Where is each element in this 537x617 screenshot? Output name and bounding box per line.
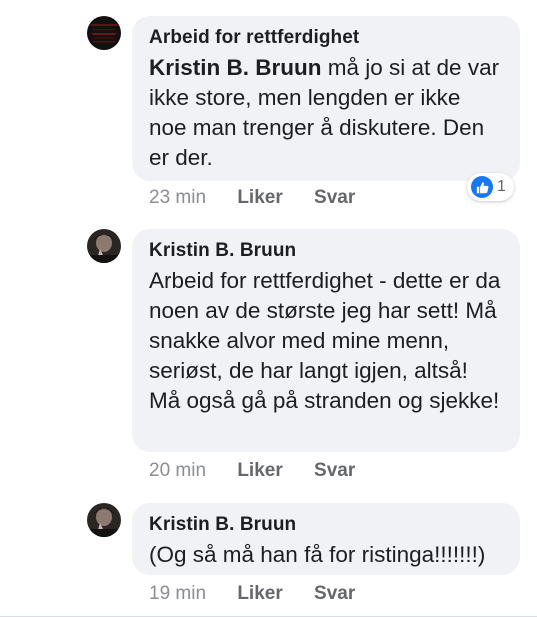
reply-button[interactable]: Svar bbox=[314, 583, 355, 604]
avatar[interactable] bbox=[87, 229, 121, 263]
comment-text: Kristin B. Bruun må jo si at de var ikke… bbox=[149, 53, 504, 173]
avatar[interactable] bbox=[87, 503, 121, 537]
comment-actions: 20 min Liker Svar bbox=[149, 459, 355, 483]
comment-author[interactable]: Kristin B. Bruun bbox=[149, 239, 504, 263]
reply-button[interactable]: Svar bbox=[314, 187, 355, 208]
like-icon bbox=[471, 176, 493, 198]
comment-text: (Og så må han få for ristinga!!!!!!!) bbox=[149, 542, 486, 567]
comment-timestamp[interactable]: 20 min bbox=[149, 460, 206, 481]
comment-bubble: Arbeid for rettferdighet Kristin B. Bruu… bbox=[132, 16, 520, 181]
like-button[interactable]: Liker bbox=[237, 583, 282, 604]
comment-timestamp[interactable]: 23 min bbox=[149, 187, 206, 208]
reply-button[interactable]: Svar bbox=[314, 460, 355, 481]
comment-timestamp[interactable]: 19 min bbox=[149, 583, 206, 604]
dark-avatar-icon bbox=[87, 16, 121, 50]
comment-bubble: Kristin B. Bruun Arbeid for rettferdighe… bbox=[132, 229, 520, 452]
comment-actions: 19 min Liker Svar bbox=[149, 582, 355, 606]
profile-photo-avatar-icon bbox=[87, 503, 121, 537]
comment-actions: 23 min Liker Svar bbox=[149, 186, 355, 210]
comment-author[interactable]: Arbeid for rettferdighet bbox=[149, 26, 504, 50]
comment-text-part: må jo si at de bbox=[321, 55, 462, 80]
comment-author[interactable]: Kristin B. Bruun bbox=[149, 513, 504, 537]
profile-photo-avatar-icon bbox=[87, 229, 121, 263]
like-button[interactable]: Liker bbox=[237, 460, 282, 481]
like-button[interactable]: Liker bbox=[237, 187, 282, 208]
mention-link[interactable]: Kristin B. Bruun bbox=[149, 55, 322, 80]
comment-bubble: Kristin B. Bruun (Og så må han få for ri… bbox=[132, 503, 520, 575]
comment-text: Arbeid for rettferdighet - dette er da n… bbox=[149, 268, 501, 413]
avatar[interactable] bbox=[87, 16, 121, 50]
reaction-summary[interactable]: 1 bbox=[467, 173, 514, 201]
reaction-count: 1 bbox=[497, 178, 506, 195]
